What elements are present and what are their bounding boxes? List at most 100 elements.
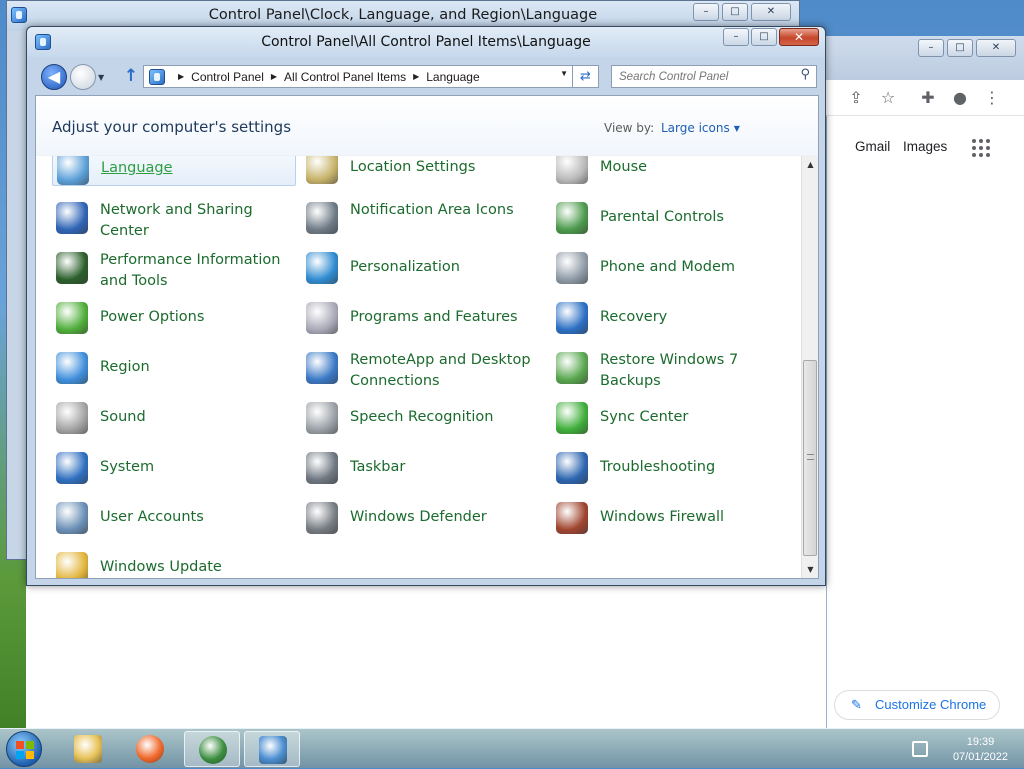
network-icon [56,202,88,234]
images-link[interactable]: Images [903,139,947,154]
control-panel-item[interactable]: User Accounts [52,500,296,536]
control-panel-item-label: Windows Defender [350,509,487,525]
close-button[interactable]: ✕ [779,28,819,46]
control-panel-item-label: Taskbar [350,459,406,475]
control-panel-item[interactable]: Network and Sharing Center [52,200,296,239]
minimize-button[interactable]: – [723,28,749,46]
chrome-minimize-button[interactable]: – [918,39,944,57]
extensions-icon[interactable]: ✚ [918,88,938,108]
address-bar[interactable]: ▶ Control Panel ▶ All Control Panel Item… [143,65,573,88]
chevron-down-icon[interactable]: ▼ [560,69,568,78]
vertical-scrollbar[interactable]: ▲ ▼ [801,156,818,578]
control-panel-item[interactable]: Personalization [302,250,546,286]
control-panel-item[interactable]: Taskbar [302,450,546,486]
menu-icon[interactable]: ⋮ [982,88,1002,108]
taskbar-app-button[interactable] [122,731,178,767]
control-panel-item[interactable]: Windows Defender [302,500,546,536]
control-panel-item[interactable]: Windows Firewall [552,500,796,536]
breadcrumb-language[interactable]: Language [426,70,479,84]
chrome-icon [199,736,227,764]
view-by-value: Large icons [661,121,730,135]
view-by-dropdown[interactable]: Large icons ▼ [661,121,740,135]
control-panel-item[interactable]: RemoteApp and Desktop Connections [302,350,546,389]
control-panel-item[interactable]: Region [52,350,296,386]
control-panel-item[interactable]: Language [52,156,296,186]
maximize-button[interactable]: □ [722,3,748,21]
control-panel-item[interactable]: Mouse [552,156,796,186]
customize-chrome-button[interactable]: ✎ Customize Chrome [834,690,1000,720]
close-button[interactable]: ✕ [751,3,791,21]
control-panel-item[interactable]: Sync Center [552,400,796,436]
maximize-button[interactable]: □ [751,28,777,46]
clock[interactable]: 19:39 07/01/2022 [953,735,1008,765]
breadcrumb-all-items[interactable]: All Control Panel Items [284,70,406,84]
gmail-link[interactable]: Gmail [855,139,890,154]
forward-button[interactable] [70,64,96,90]
chrome-maximize-button[interactable]: □ [947,39,973,57]
start-button[interactable] [6,731,42,767]
taskbar-app-button[interactable] [60,731,116,767]
search-box[interactable]: ⚲ [611,65,817,88]
control-panel-item[interactable]: Power Options [52,300,296,336]
control-panel-item-label: Sound [100,409,146,425]
control-panel-item[interactable]: Performance Information and Tools [52,250,296,289]
control-panel-item-label: Performance Information and Tools [100,252,281,289]
bookmark-star-icon[interactable]: ☆ [878,88,898,108]
control-panel-item[interactable]: Parental Controls [552,200,796,236]
control-panel-window[interactable]: Control Panel\All Control Panel Items\La… [26,26,826,586]
scroll-up-arrow-icon[interactable]: ▲ [802,156,819,173]
control-panel-item[interactable]: Restore Windows 7 Backups [552,350,796,389]
taskbar-icon [306,452,338,484]
back-button[interactable]: ◀ [41,64,67,90]
share-icon[interactable]: ⇪ [846,88,866,108]
content-header: Adjust your computer's settings View by:… [36,96,818,156]
page-title: Adjust your computer's settings [52,118,292,136]
windows-logo-icon [16,741,34,759]
programs-icon [306,302,338,334]
control-panel-icon [259,736,287,764]
profile-icon[interactable]: ● [950,88,970,108]
control-panel-item-label: User Accounts [100,509,204,525]
control-panel-content: Adjust your computer's settings View by:… [35,95,819,579]
control-panel-item[interactable]: Recovery [552,300,796,336]
control-panel-item[interactable]: System [52,450,296,486]
minimize-button[interactable]: – [693,3,719,21]
control-panel-item[interactable]: Location Settings [302,156,546,186]
main-window-titlebar[interactable]: Control Panel\All Control Panel Items\La… [27,27,825,57]
google-apps-icon[interactable] [972,139,990,157]
network-tray-icon[interactable] [912,741,928,757]
control-panel-item-label: Power Options [100,309,205,325]
scrollbar-thumb[interactable] [803,360,817,556]
control-panel-item-label: Region [100,359,150,375]
up-arrow-icon[interactable]: ↑ [121,66,141,86]
refresh-button[interactable]: ⇄ [573,65,599,88]
control-panel-item-label: Notification Area Icons [350,202,514,218]
control-panel-item[interactable]: Phone and Modem [552,250,796,286]
search-icon[interactable]: ⚲ [800,67,810,82]
firefox-icon [136,735,164,763]
control-panel-item[interactable]: Windows Update [52,550,296,578]
clock-time: 19:39 [966,736,995,748]
control-panel-item[interactable]: Speech Recognition [302,400,546,436]
scroll-down-arrow-icon[interactable]: ▼ [802,561,819,578]
search-input[interactable] [612,66,790,87]
control-panel-item[interactable]: Sound [52,400,296,436]
breadcrumb-control-panel[interactable]: Control Panel [191,70,264,84]
chevron-right-icon[interactable]: ▶ [271,72,277,81]
taskbar-app-button[interactable] [244,731,300,767]
recent-pages-dropdown-icon[interactable]: ▼ [98,73,104,82]
mouse-icon [556,156,588,184]
update-icon [56,552,88,578]
chrome-titlebar[interactable]: – □ ✕ [818,36,1024,80]
chevron-right-icon[interactable]: ▶ [178,72,184,81]
control-panel-item-label: Troubleshooting [600,459,716,475]
control-panel-item[interactable]: Troubleshooting [552,450,796,486]
chrome-close-button[interactable]: ✕ [976,39,1016,57]
chevron-right-icon[interactable]: ▶ [413,72,419,81]
control-panel-item[interactable]: Programs and Features [302,300,546,336]
microphone-icon [306,402,338,434]
defender-icon [306,502,338,534]
control-panel-item-label: Programs and Features [350,309,518,325]
taskbar-app-button[interactable] [184,731,240,767]
control-panel-item[interactable]: Notification Area Icons [302,200,546,236]
